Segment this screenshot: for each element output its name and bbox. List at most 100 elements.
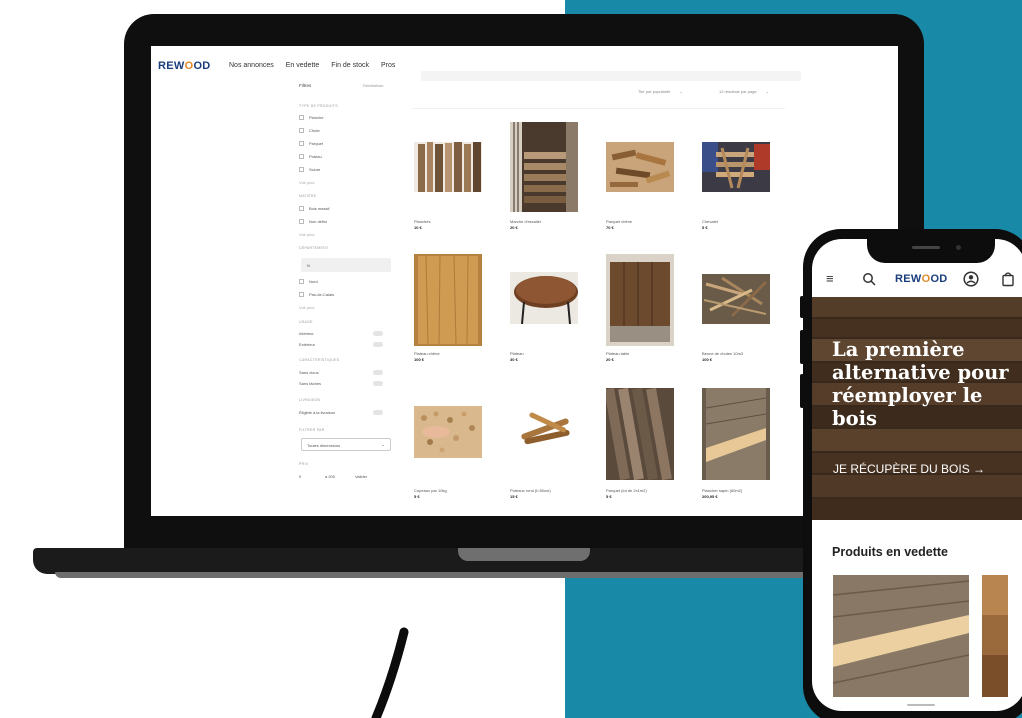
type-heading: TYPE DE PRODUITS xyxy=(299,104,338,108)
nav-link-fin-stock[interactable]: Fin de stock xyxy=(331,62,369,69)
product-name: Plateau table xyxy=(606,351,630,356)
laptop-notch xyxy=(458,548,590,561)
delivery-toggle[interactable] xyxy=(373,410,383,415)
dimension-select-value: Toutes dimensions xyxy=(307,443,341,448)
filters-sidebar: Filtres Réinitialiser TYPE DE PRODUITS P… xyxy=(299,82,395,516)
filter-dept-item[interactable]: Pas-de-Calais xyxy=(299,292,334,298)
account-icon[interactable] xyxy=(963,271,979,287)
laptop-screen: REWOOD Nos annonces En vedette Fin de st… xyxy=(151,46,898,516)
usage-toggle[interactable] xyxy=(373,342,383,347)
nav-link-pros[interactable]: Pros xyxy=(381,62,395,69)
dept-input[interactable]: N xyxy=(301,258,391,272)
product-name: Poteaux rond (h.50cm) xyxy=(510,488,551,493)
chevron-down-icon: ⌄ xyxy=(679,89,683,94)
product-photo xyxy=(606,388,674,480)
see-more-link[interactable]: Voir plus xyxy=(299,232,314,237)
reset-filters-link[interactable]: Réinitialiser xyxy=(363,83,384,88)
see-more-link[interactable]: Voir plus xyxy=(299,305,314,310)
product-photo xyxy=(606,142,674,192)
hero-title: La première alternative pour réemployer … xyxy=(832,338,1009,430)
filter-type-item[interactable]: Parquet xyxy=(299,141,323,147)
delivery-label: Éligible à la livraison xyxy=(299,410,336,415)
product-name: Parquet chêne xyxy=(606,219,633,224)
product-photo xyxy=(414,406,482,458)
product-photo xyxy=(414,142,482,192)
product-photo xyxy=(510,122,578,212)
characteristic-toggle[interactable] xyxy=(373,381,383,386)
featured-product-image[interactable] xyxy=(833,575,969,697)
dept-input-value: N xyxy=(307,263,310,268)
product-photo xyxy=(606,254,674,346)
product-price: 30 € xyxy=(510,357,518,362)
price-heading: PRIX xyxy=(299,462,309,466)
featured-product-image[interactable] xyxy=(982,575,1008,697)
nav-link-annonces[interactable]: Nos annonces xyxy=(229,62,274,69)
laptop-search-bar[interactable] xyxy=(421,71,801,81)
filter-dept-item[interactable]: Nord xyxy=(299,279,318,285)
grid-divider xyxy=(413,108,785,109)
product-name: Chevalet xyxy=(702,219,718,224)
product-price: 200,95 € xyxy=(702,494,718,499)
per-page-select[interactable]: 12 résultats par page ⌄ xyxy=(719,89,769,94)
sort-select-value: Tier par popularité xyxy=(638,89,671,94)
phone-camera xyxy=(956,245,961,250)
product-price: 10 € xyxy=(414,225,422,230)
menu-icon[interactable]: ≡ xyxy=(826,271,834,286)
phone-home-indicator xyxy=(907,704,935,706)
usage-label: Intérieur xyxy=(299,331,314,336)
hero-cta-link[interactable]: JE RÉCUPÈRE DU BOIS → xyxy=(833,462,985,476)
chevron-down-icon: ⌄ xyxy=(381,442,385,447)
filters-label: Filtres xyxy=(299,83,312,88)
product-price: 20 € xyxy=(606,357,614,362)
phone-speaker xyxy=(912,246,940,249)
product-name: Marche d'escalier xyxy=(510,219,542,224)
product-price: 70 € xyxy=(606,225,614,230)
sort-select[interactable]: Tier par popularité ⌄ xyxy=(638,89,683,94)
filter-type-item[interactable]: Sciure xyxy=(299,167,320,173)
nav-link-vedette[interactable]: En vedette xyxy=(286,62,319,69)
characteristics-heading: CARACTÉRISTIQUES xyxy=(299,358,340,362)
laptop-main-nav: Nos annonces En vedette Fin de stock Pro… xyxy=(229,62,395,69)
characteristic-label: Sans tâches xyxy=(299,381,322,386)
price-to[interactable]: à 200 xyxy=(325,474,335,479)
product-name: Plateau chêne xyxy=(414,351,440,356)
product-photo xyxy=(510,272,578,324)
product-price: 5 € xyxy=(702,225,708,230)
product-price: 20 € xyxy=(510,225,518,230)
search-icon[interactable] xyxy=(862,272,876,286)
filter-type-item[interactable]: Chute xyxy=(299,128,320,134)
phone-notch xyxy=(867,239,995,263)
featured-heading: Produits en vedette xyxy=(832,545,948,559)
product-name: Parquet (lot de 2x1m2) xyxy=(606,488,647,493)
product-photo xyxy=(702,274,770,324)
laptop-site-logo[interactable]: REWOOD xyxy=(158,60,211,72)
filter-by-heading: FILTRER PAR xyxy=(299,428,325,432)
product-name: Copeaux par 10kg xyxy=(414,488,447,493)
filter-type-item[interactable]: Poteau xyxy=(299,154,322,160)
product-name: Plateau xyxy=(510,351,524,356)
delivery-heading: LIVRAISON xyxy=(299,398,321,402)
product-name: Planches xyxy=(414,219,431,224)
price-validate-button[interactable]: Valider xyxy=(355,474,367,479)
laptop-base-shadow xyxy=(55,572,915,578)
chevron-down-icon: ⌄ xyxy=(765,89,770,94)
product-price: 100 € xyxy=(702,357,713,362)
bag-icon[interactable] xyxy=(1002,271,1014,287)
product-photo xyxy=(702,388,770,480)
usage-heading: USAGE xyxy=(299,320,313,324)
product-photo xyxy=(414,254,482,346)
mobile-logo[interactable]: REWOOD xyxy=(895,273,948,285)
product-price: 15 € xyxy=(510,494,518,499)
see-more-link[interactable]: Voir plus xyxy=(299,180,314,185)
price-from[interactable]: 0 xyxy=(299,474,301,479)
usage-label: Extérieur xyxy=(299,342,316,347)
usage-toggle[interactable] xyxy=(373,331,383,336)
characteristic-toggle[interactable] xyxy=(373,370,383,375)
dimension-select[interactable]: Toutes dimensions ⌄ xyxy=(301,438,391,451)
product-price: 100 € xyxy=(414,357,425,362)
filter-type-item[interactable]: Planche xyxy=(299,115,323,121)
product-price: 5 € xyxy=(606,494,612,499)
characteristic-label: Sans clous xyxy=(299,370,319,375)
filter-matter-item[interactable]: Bois massif xyxy=(299,206,329,212)
filter-matter-item[interactable]: Non défini xyxy=(299,219,327,225)
